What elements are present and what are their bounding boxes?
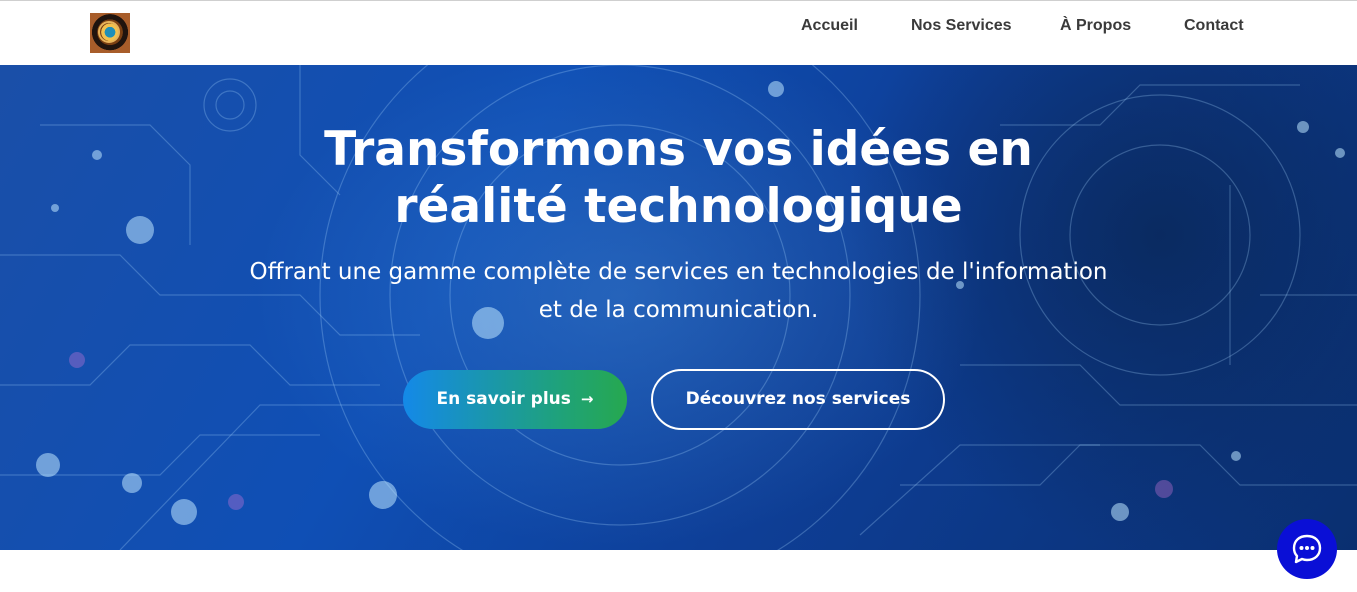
hero-subtitle-line-1: Offrant une gamme complète de services e… (249, 259, 1108, 285)
robot-logo-icon[interactable] (90, 13, 130, 53)
nav-link-a-propos[interactable]: À Propos (1060, 15, 1131, 37)
hero-subtitle-line-2: et de la communication. (538, 297, 819, 323)
learn-more-label: En savoir plus (436, 389, 571, 409)
hero-section: Transformons vos idées en réalité techno… (0, 65, 1357, 550)
hero-title-line-1: Transformons vos idées en (324, 122, 1033, 177)
nav-link-contact[interactable]: Contact (1184, 15, 1244, 37)
navbar: Accueil Nos Services À Propos Contact (0, 1, 1357, 65)
arrow-right-icon: → (580, 390, 594, 408)
chat-button[interactable] (1277, 519, 1337, 579)
discover-services-button[interactable]: Découvrez nos services (651, 369, 945, 430)
hero-title: Transformons vos idées en réalité techno… (0, 121, 1357, 235)
learn-more-button[interactable]: En savoir plus → (403, 370, 627, 429)
hero-title-line-2: réalité technologique (394, 179, 963, 234)
nav-link-accueil[interactable]: Accueil (801, 15, 858, 37)
nav-link-services[interactable]: Nos Services (911, 15, 1012, 37)
chat-bubble-icon (1292, 534, 1322, 564)
logo-ring (98, 21, 120, 43)
hero-subtitle: Offrant une gamme complète de services e… (0, 253, 1357, 329)
